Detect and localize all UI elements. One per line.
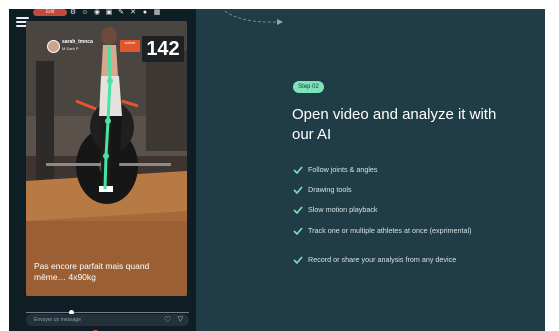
send-icon[interactable]: ▽	[178, 315, 183, 325]
check-icon	[293, 206, 303, 215]
message-input[interactable]: Envoyer un message ♡ ▽	[26, 314, 189, 326]
video-caption: Pas encore parfait mais quand même… 4x90…	[34, 261, 150, 282]
grid-icon[interactable]: ▦	[153, 9, 161, 16]
feature-item: Track one or multiple athletes at once (…	[293, 226, 478, 236]
user-subtitle: M Dark P	[62, 46, 79, 51]
gym-scene	[26, 21, 187, 296]
video-analysis-app: Edit ⚙ ☺ ◉ ▣ ✎ ✕ ● ▦ sarah_tmnca M Dark …	[9, 9, 196, 331]
feature-label: Track one or multiple athletes at once (…	[308, 226, 472, 235]
check-icon	[293, 166, 303, 175]
expand-icon[interactable]: ✕	[129, 9, 137, 16]
video-frame[interactable]: sarah_tmnca M Dark P suivre 142 Pas enco…	[26, 21, 187, 296]
image-icon[interactable]: ▣	[105, 9, 113, 16]
timeline-track	[26, 312, 189, 313]
feature-label: Drawing tools	[308, 185, 352, 194]
step-badge: Step 02	[293, 81, 324, 93]
video-owner: sarah_tmnca M Dark P suivre	[47, 39, 157, 55]
curved-arrow-icon	[224, 10, 283, 25]
people-icon[interactable]: ☺	[81, 9, 89, 16]
feature-item: Record or share your analysis from any d…	[293, 255, 518, 265]
pen-icon[interactable]: ✎	[117, 9, 125, 16]
app-toolbar: Edit ⚙ ☺ ◉ ▣ ✎ ✕ ● ▦	[9, 9, 196, 17]
check-icon	[293, 227, 303, 236]
panel-headline: Open video and analyze it with our AI	[292, 106, 497, 143]
rep-counter: 142	[142, 36, 184, 62]
feature-item: Slow motion playback	[293, 205, 378, 215]
heart-icon[interactable]: ♡	[164, 315, 171, 325]
feature-label: Follow joints & angles	[308, 165, 378, 174]
settings-icon[interactable]: ⚙	[69, 9, 77, 16]
feature-label: Record or share your analysis from any d…	[308, 255, 457, 264]
scan-icon[interactable]: ◉	[93, 9, 101, 16]
feature-item: Drawing tools	[293, 185, 352, 195]
avatar[interactable]	[47, 40, 60, 53]
message-placeholder: Envoyer un message	[34, 317, 81, 323]
follow-tag[interactable]: suivre	[120, 40, 140, 52]
circle-icon[interactable]: ●	[141, 9, 149, 16]
edit-pill[interactable]: Edit	[33, 9, 67, 16]
feature-panel: Step 02 Open video and analyze it with o…	[196, 9, 545, 331]
page: Edit ⚙ ☺ ◉ ▣ ✎ ✕ ● ▦ sarah_tmnca M Dark …	[0, 0, 559, 331]
check-icon	[293, 256, 303, 265]
feature-item: Follow joints & angles	[293, 165, 378, 175]
username: sarah_tmnca	[62, 39, 93, 45]
page-margin	[545, 9, 559, 331]
feature-label: Slow motion playback	[308, 205, 378, 214]
check-icon	[293, 186, 303, 195]
